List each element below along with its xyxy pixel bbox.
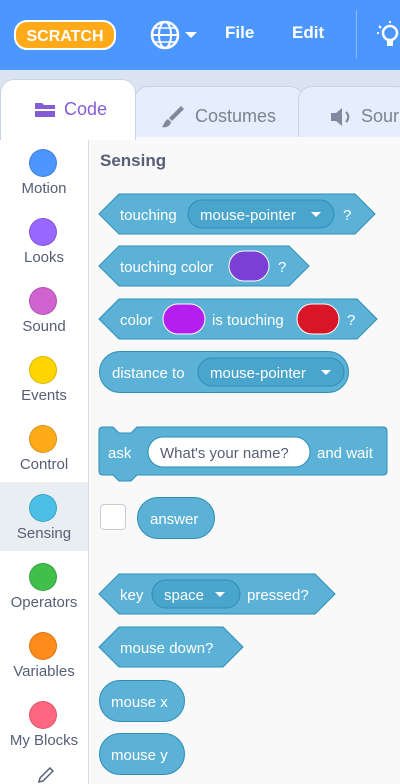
mouse-down-block[interactable]: mouse down? [98, 626, 244, 668]
looks-color-dot [29, 218, 57, 246]
tab-code-label: Code [64, 99, 108, 119]
category-motion[interactable]: Motion [0, 137, 88, 206]
language-globe-icon[interactable] [150, 20, 180, 50]
events-color-dot [29, 356, 57, 384]
tab-sounds[interactable]: Sour [298, 86, 400, 142]
tab-sounds-label: Sour [361, 106, 400, 126]
category-menu: Motion Looks Sound Events Control Sensin… [0, 137, 89, 784]
my-blocks-color-dot [29, 701, 57, 729]
answer-monitor-checkbox[interactable] [100, 504, 126, 530]
mouse-x-block[interactable]: mouse x [99, 680, 185, 722]
scratch-logo[interactable]: SCRATCH [14, 18, 116, 52]
touching-target-value: mouse-pointer [200, 207, 296, 224]
key-pressed-label: key [120, 587, 144, 604]
category-my-blocks[interactable]: My Blocks [0, 689, 88, 758]
ask-suffix: and wait [317, 445, 374, 462]
category-label: Variables [13, 663, 75, 680]
color-swatch[interactable] [162, 303, 206, 335]
category-label: Events [21, 387, 67, 404]
code-blocks-icon [35, 103, 55, 117]
color-touching-suffix: ? [347, 312, 355, 329]
tab-code[interactable]: Code [0, 79, 136, 140]
category-control[interactable]: Control [0, 413, 88, 482]
chevron-down-icon[interactable] [184, 30, 198, 40]
answer-block[interactable]: answer [137, 497, 215, 539]
pen-extension-icon[interactable] [36, 767, 54, 784]
mouse-down-label: mouse down? [120, 640, 213, 657]
sound-color-dot [29, 287, 57, 315]
touching-block-suffix: ? [343, 207, 351, 224]
category-operators[interactable]: Operators [0, 551, 88, 620]
color-swatch[interactable] [228, 250, 270, 282]
variables-color-dot [29, 632, 57, 660]
svg-text:SCRATCH: SCRATCH [26, 28, 103, 45]
answer-label: answer [150, 511, 198, 528]
category-label: Sensing [16, 525, 72, 542]
ask-and-wait-block[interactable]: ask What's your name? and wait [98, 426, 388, 482]
color-touching-middle: is touching [212, 312, 284, 329]
category-variables[interactable]: Variables [0, 620, 88, 689]
block-palette: Sensing touching mouse-pointer ? touchin… [89, 137, 400, 784]
distance-to-block[interactable]: distance to mouse-pointer [99, 351, 349, 393]
touching-block-label: touching [120, 207, 177, 224]
key-pressed-block[interactable]: key space pressed? [98, 573, 336, 615]
category-label: Motion [21, 180, 67, 197]
menu-bar: SCRATCH File Edit [0, 0, 400, 70]
key-pressed-suffix: pressed? [247, 587, 309, 604]
mouse-x-label: mouse x [111, 694, 168, 711]
mouse-y-block[interactable]: mouse y [99, 733, 185, 775]
key-dropdown-value: space [164, 587, 204, 604]
speaker-icon [331, 108, 350, 126]
edit-menu[interactable]: Edit [292, 23, 324, 43]
ask-question-value: What's your name? [160, 445, 289, 462]
category-events[interactable]: Events [0, 344, 88, 413]
control-color-dot [29, 425, 57, 453]
category-label: Control [19, 456, 69, 473]
category-label: Operators [10, 594, 78, 611]
color-touching-label: color [120, 312, 153, 329]
distance-to-label: distance to [112, 365, 185, 382]
category-label: Sound [22, 318, 66, 335]
operators-color-dot [29, 563, 57, 591]
tab-costumes-label: Costumes [195, 106, 277, 126]
ask-label: ask [108, 445, 132, 462]
category-label: My Blocks [9, 732, 79, 749]
touching-block[interactable]: touching mouse-pointer ? [98, 193, 376, 235]
editor-tabs: Code Costumes Sour [0, 70, 400, 142]
category-label: Looks [23, 249, 65, 266]
palette-section-title: Sensing [100, 151, 167, 170]
touching-color-label: touching color [120, 259, 213, 276]
lightbulb-icon[interactable] [375, 20, 400, 50]
category-sound[interactable]: Sound [0, 275, 88, 344]
touching-color-suffix: ? [278, 259, 286, 276]
mouse-y-label: mouse y [111, 747, 168, 764]
color-is-touching-block[interactable]: color is touching ? [98, 298, 378, 340]
sensing-color-dot [29, 494, 57, 522]
category-sensing[interactable]: Sensing [0, 482, 88, 551]
tab-costumes[interactable]: Costumes [134, 86, 304, 142]
distance-target-value: mouse-pointer [210, 365, 306, 382]
category-looks[interactable]: Looks [0, 206, 88, 275]
menu-divider [356, 10, 357, 58]
paintbrush-icon [162, 106, 184, 128]
color-swatch[interactable] [296, 303, 340, 335]
file-menu[interactable]: File [225, 23, 254, 43]
motion-color-dot [29, 149, 57, 177]
touching-color-block[interactable]: touching color ? [98, 245, 310, 287]
